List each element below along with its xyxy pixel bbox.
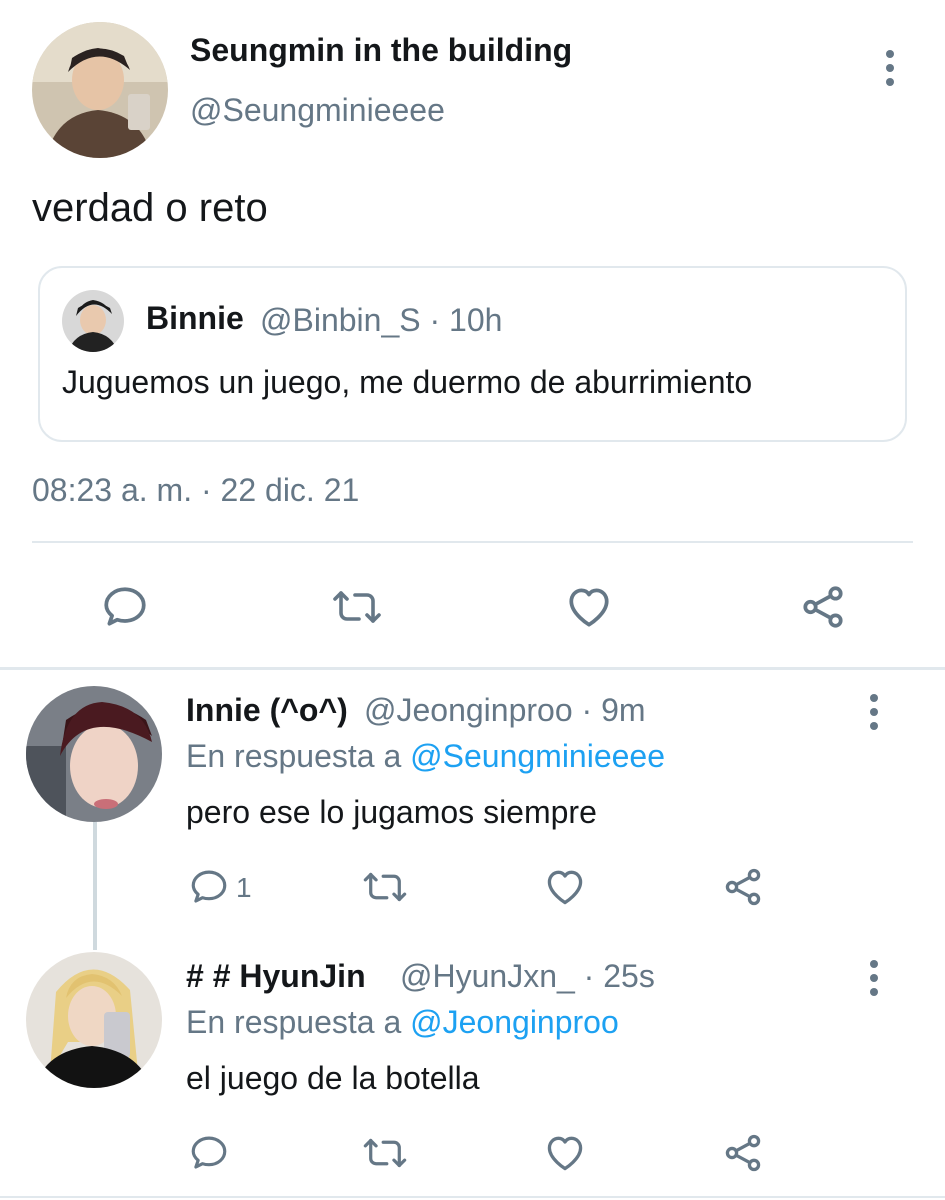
more-options-icon[interactable] [880,50,900,86]
reply-handle-time[interactable]: @Jeonginproo · 9m [364,692,646,729]
like-icon[interactable] [562,580,616,634]
reply-icon[interactable] [98,580,152,634]
reply-icon[interactable] [186,1130,232,1176]
share-icon[interactable] [720,864,766,910]
quoted-text: Juguemos un juego, me duermo de aburrimi… [62,364,753,400]
reply-context: En respuesta a @Jeonginproo [186,1004,619,1041]
reply-display-name[interactable]: # # HyunJin [186,958,366,995]
like-icon[interactable] [542,1130,588,1176]
quoted-handle-time: @Binbin_S · 10h [260,302,503,338]
retweet-icon[interactable] [328,580,386,634]
author-display-name[interactable]: Seungmin in the building [190,32,572,69]
quoted-author-avatar [62,290,124,352]
divider [0,1196,945,1198]
reply-count: 1 [236,872,252,903]
thread-connector [93,822,97,950]
more-options-icon[interactable] [864,694,884,730]
mention-link[interactable]: @Jeonginproo [410,1004,619,1040]
author-handle[interactable]: @Seungminieeee [190,92,445,129]
reply-context: En respuesta a @Seungminieeee [186,738,665,775]
reply-avatar[interactable] [26,952,162,1088]
divider [0,667,945,670]
divider [32,541,913,543]
author-avatar[interactable] [32,22,168,158]
share-icon[interactable] [720,1130,766,1176]
reply-avatar[interactable] [26,686,162,822]
reply-context-label: En respuesta a [186,738,411,774]
more-options-icon[interactable] [864,960,884,996]
reply-display-name[interactable]: Innie (^o^) [186,692,348,729]
mention-link[interactable]: @Seungminieeee [410,738,665,774]
reply-context-label: En respuesta a [186,1004,411,1040]
tweet-text: verdad o reto [32,186,268,230]
reply-icon[interactable] [186,864,232,910]
quoted-tweet-card[interactable] [38,266,907,442]
share-icon[interactable] [796,580,850,634]
reply-text: el juego de la botella [186,1060,480,1096]
like-icon[interactable] [542,864,588,910]
reply-handle-time[interactable]: @HyunJxn_ · 25s [400,958,655,995]
retweet-icon[interactable] [360,1130,410,1176]
quoted-display-name: Binnie [146,300,244,336]
reply-text: pero ese lo jugamos siempre [186,794,597,830]
tweet-timestamp[interactable]: 08:23 a. m. · 22 dic. 21 [32,472,359,509]
retweet-icon[interactable] [360,864,410,910]
